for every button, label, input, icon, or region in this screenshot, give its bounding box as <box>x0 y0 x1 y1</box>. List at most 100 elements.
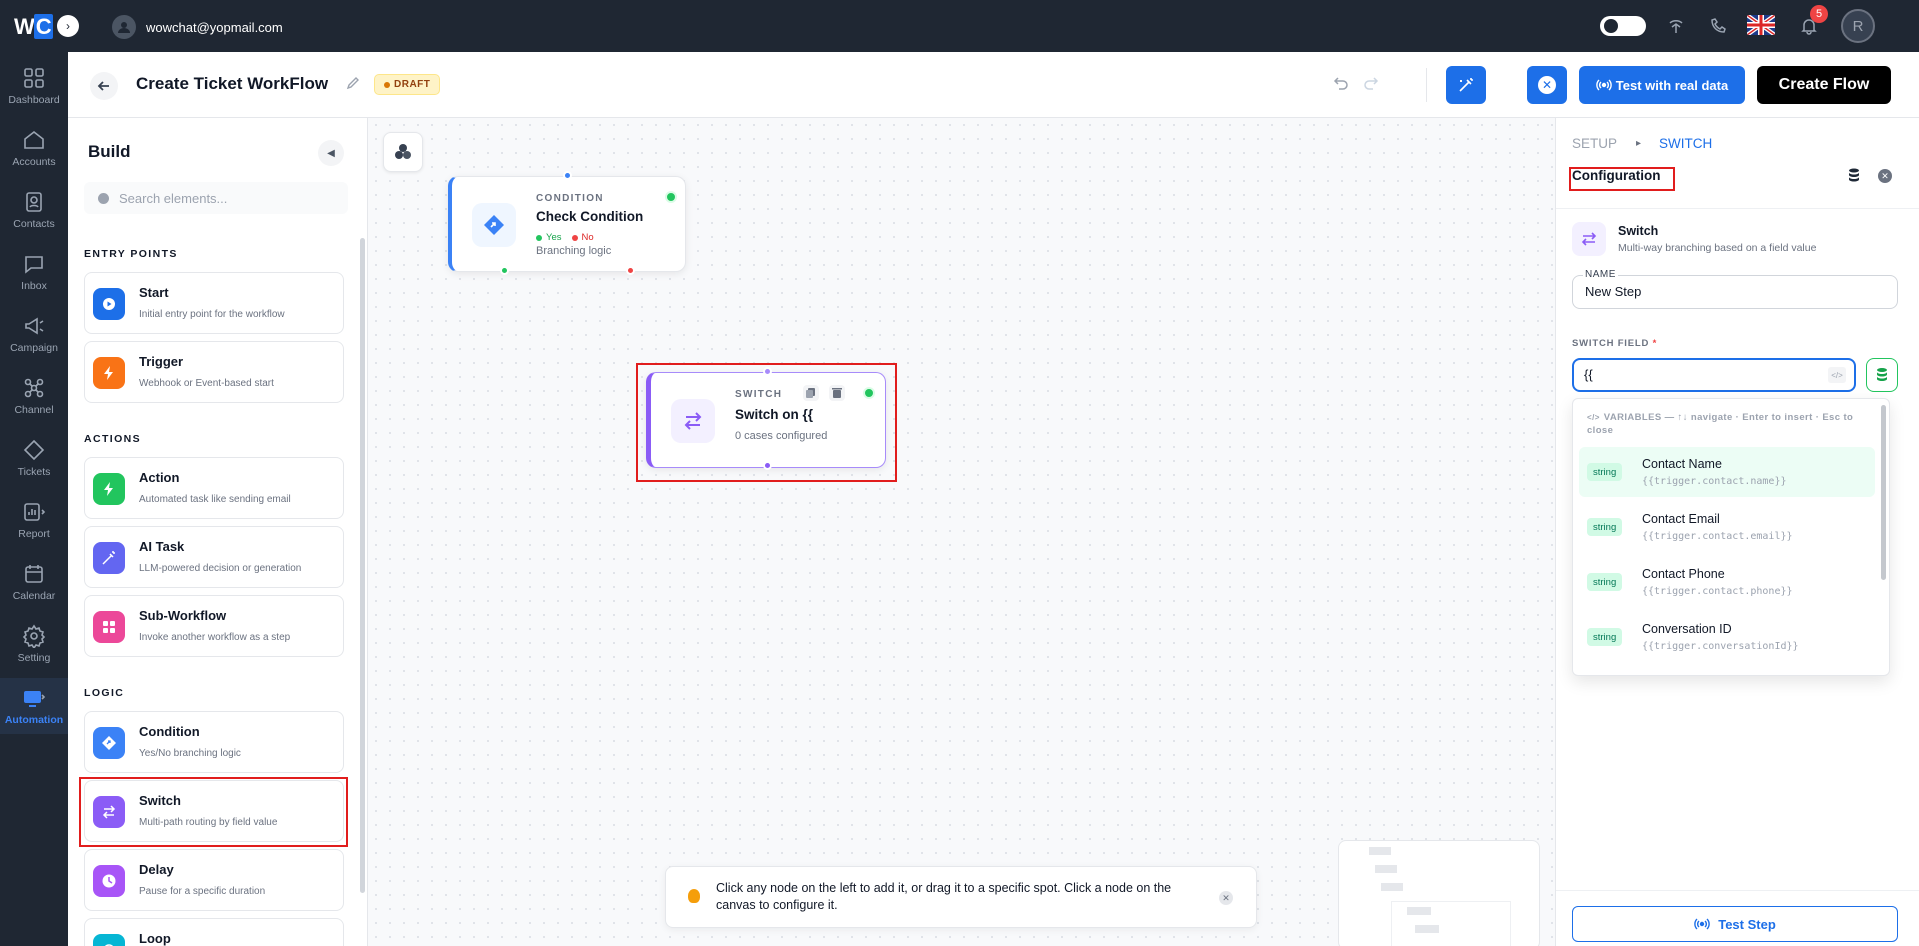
user-avatar[interactable] <box>112 15 136 39</box>
element-name: Condition <box>139 724 200 739</box>
element-trigger[interactable]: Trigger Webhook or Event-based start <box>84 341 344 403</box>
node-type-desc: Multi-way branching based on a field val… <box>1618 242 1817 254</box>
input-port[interactable] <box>763 367 772 376</box>
element-loop[interactable]: Loop <box>84 918 344 946</box>
node-type-name: Switch <box>1618 224 1659 238</box>
switch-field-label-text: SWITCH FIELD <box>1572 338 1650 349</box>
yes-output-port[interactable] <box>500 266 509 275</box>
element-action[interactable]: Action Automated task like sending email <box>84 457 344 519</box>
element-switch[interactable]: Switch Multi-path routing by field value <box>84 780 344 842</box>
nav-item-campaign[interactable]: Campaign <box>0 306 68 362</box>
back-button[interactable] <box>90 72 118 100</box>
profile-avatar[interactable]: R <box>1841 9 1875 43</box>
notification-badge: 5 <box>1810 5 1828 23</box>
element-name: Delay <box>139 862 174 877</box>
uk-flag-icon[interactable] <box>1747 15 1775 35</box>
breadcrumb-setup[interactable]: SETUP <box>1572 136 1617 151</box>
test-step-button[interactable]: Test Step <box>1572 906 1898 942</box>
search-input[interactable] <box>119 190 319 206</box>
create-flow-button[interactable]: Create Flow <box>1757 66 1891 104</box>
theme-toggle[interactable] <box>1600 16 1646 36</box>
nav-label: Dashboard <box>8 94 60 106</box>
redo-icon[interactable] <box>1362 74 1380 97</box>
variable-picker-button[interactable] <box>1866 358 1898 392</box>
variable-option[interactable]: string Conversation ID {{trigger.convers… <box>1579 612 1875 662</box>
dropdown-scrollbar[interactable] <box>1881 405 1886 580</box>
condition-node[interactable]: CONDITION Check Condition Yes No Branchi… <box>448 171 686 275</box>
collapse-panel-button[interactable]: ◀ <box>318 140 344 166</box>
broadcast-icon <box>1595 79 1612 91</box>
nav-item-dashboard[interactable]: Dashboard <box>0 58 68 114</box>
signal-icon[interactable] <box>1664 14 1688 38</box>
nav-item-contacts[interactable]: Contacts <box>0 182 68 238</box>
close-test-button[interactable]: ✕ <box>1527 66 1567 104</box>
variables-dropdown: </> VARIABLES — ↑↓ navigate · Enter to in… <box>1572 398 1890 676</box>
megaphone-icon <box>25 317 44 335</box>
gear-icon <box>22 624 46 648</box>
variable-label: Contact Phone <box>1642 567 1725 581</box>
magic-wand-button[interactable] <box>1446 66 1486 104</box>
code-icon[interactable]: </> <box>1828 367 1846 383</box>
variable-label: Conversation ID <box>1642 622 1732 636</box>
copy-icon[interactable] <box>803 385 819 401</box>
clock-icon <box>93 865 125 897</box>
element-ai-task[interactable]: AI Task LLM-powered decision or generati… <box>84 526 344 588</box>
nav-item-accounts[interactable]: Accounts <box>0 120 68 176</box>
yes-label: Yes <box>546 232 562 243</box>
step-name-input[interactable] <box>1585 284 1875 299</box>
close-hint-icon[interactable]: ✕ <box>1219 891 1233 905</box>
no-output-port[interactable] <box>626 266 635 275</box>
input-port[interactable] <box>563 171 572 180</box>
nav-item-automation[interactable]: Automation <box>0 678 68 734</box>
nav-item-tickets[interactable]: Tickets <box>0 430 68 486</box>
breadcrumb-switch[interactable]: SWITCH <box>1659 136 1712 151</box>
status-text: DRAFT <box>394 79 431 90</box>
element-sub-workflow[interactable]: Sub-Workflow Invoke another workflow as … <box>84 595 344 657</box>
sidebar-expand-button[interactable]: › <box>57 15 79 37</box>
variable-option[interactable]: string Contact Email {{trigger.contact.e… <box>1579 502 1875 552</box>
switch-node[interactable]: SWITCH Switch on {{ 0 cases configured <box>646 367 886 470</box>
canvas-layers-button[interactable] <box>383 132 423 172</box>
variable-type-badge: string <box>1587 518 1623 536</box>
variable-option[interactable]: string Contact Name {{trigger.contact.na… <box>1579 447 1875 497</box>
element-delay[interactable]: Delay Pause for a specific duration <box>84 849 344 911</box>
build-panel-scrollbar[interactable] <box>360 238 365 893</box>
hint-text: Click any node on the left to add it, or… <box>716 881 1172 912</box>
nav-item-setting[interactable]: Setting <box>0 616 68 672</box>
variable-type-badge: string <box>1587 463 1623 481</box>
canvas-minimap[interactable] <box>1338 840 1540 946</box>
pencil-icon[interactable] <box>346 76 360 95</box>
section-heading-actions: ACTIONS <box>84 433 142 445</box>
section-heading-entry: ENTRY POINTS <box>84 248 178 260</box>
nav-item-channel[interactable]: Channel <box>0 368 68 424</box>
dashboard-icon <box>24 68 44 88</box>
output-port[interactable] <box>763 461 772 470</box>
element-condition[interactable]: Condition Yes/No branching logic <box>84 711 344 773</box>
chat-icon <box>25 256 43 274</box>
nav-item-calendar[interactable]: Calendar <box>0 554 68 610</box>
element-desc: Automated task like sending email <box>139 494 291 505</box>
test-with-real-data-button[interactable]: Test with real data <box>1579 66 1745 104</box>
nav-item-inbox[interactable]: Inbox <box>0 244 68 300</box>
trash-icon[interactable] <box>829 385 845 401</box>
lightning-icon <box>93 473 125 505</box>
search-icon <box>98 192 109 204</box>
database-icon[interactable] <box>1846 167 1862 188</box>
nav-item-report[interactable]: Report <box>0 492 68 548</box>
section-heading-logic: LOGIC <box>84 687 125 699</box>
variable-option[interactable]: string Contact Phone {{trigger.contact.p… <box>1579 557 1875 607</box>
phone-icon[interactable] <box>1706 14 1730 38</box>
app-logo[interactable]: WC <box>14 14 53 40</box>
canvas-hint: Click any node on the left to add it, or… <box>665 866 1257 928</box>
switch-field-input[interactable] <box>1584 367 1804 382</box>
home-icon <box>24 130 44 149</box>
close-panel-icon[interactable]: ✕ <box>1878 169 1892 183</box>
element-start[interactable]: Start Initial entry point for the workfl… <box>84 272 344 334</box>
nav-label: Channel <box>14 404 54 416</box>
configuration-panel: SETUP ▸ SWITCH Configuration ✕ Switch Mu… <box>1555 118 1919 946</box>
nav-label: Campaign <box>10 342 58 354</box>
undo-icon[interactable] <box>1332 74 1350 97</box>
no-label: No <box>581 232 594 243</box>
variables-header-text: VARIABLES — ↑↓ navigate · Enter to inser… <box>1587 412 1854 436</box>
workflow-canvas[interactable]: CONDITION Check Condition Yes No Branchi… <box>369 118 1555 946</box>
